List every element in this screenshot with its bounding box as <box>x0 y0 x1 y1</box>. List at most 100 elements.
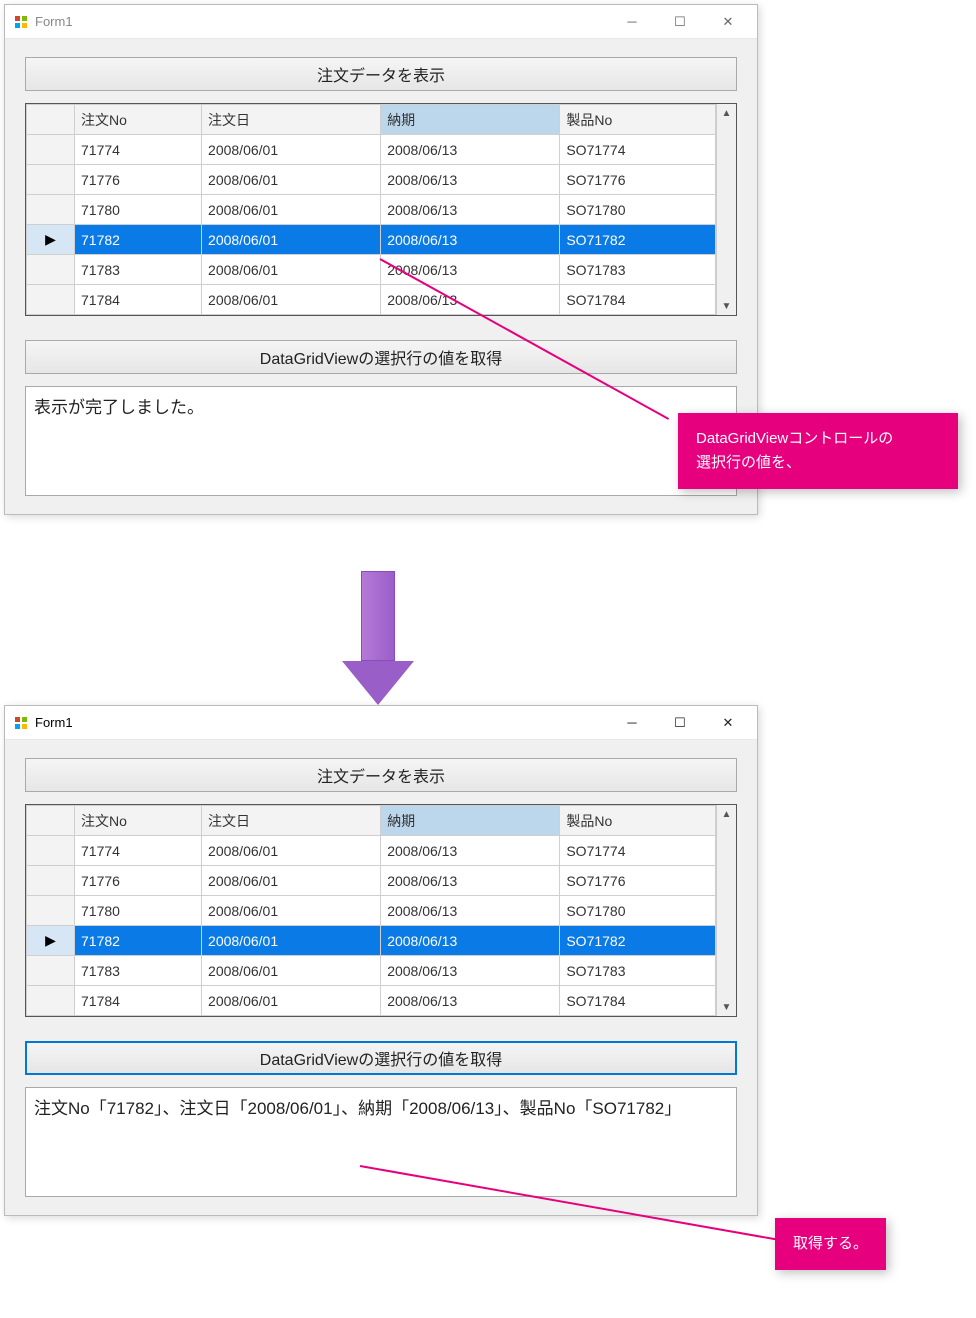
cell[interactable]: 2008/06/01 <box>202 836 381 866</box>
datagridview[interactable]: 注文No 注文日 納期 製品No 717742008/06/012008/06/… <box>25 804 737 1017</box>
cell[interactable]: SO71784 <box>560 285 716 315</box>
cell[interactable]: SO71780 <box>560 896 716 926</box>
cell[interactable]: 2008/06/13 <box>381 896 560 926</box>
row-header[interactable] <box>27 195 75 225</box>
cell[interactable]: 2008/06/13 <box>381 165 560 195</box>
row-header[interactable] <box>27 836 75 866</box>
cell[interactable]: SO71782 <box>560 926 716 956</box>
cell[interactable]: 71783 <box>75 255 202 285</box>
titlebar[interactable]: Form1 ─ ☐ ✕ <box>5 5 757 39</box>
cell[interactable]: 2008/06/13 <box>381 956 560 986</box>
cell[interactable]: 2008/06/01 <box>202 896 381 926</box>
row-header[interactable]: ▶ <box>27 225 75 255</box>
cell[interactable]: 2008/06/01 <box>202 866 381 896</box>
cell[interactable]: 71780 <box>75 195 202 225</box>
cell[interactable]: 2008/06/13 <box>381 866 560 896</box>
minimize-button[interactable]: ─ <box>617 712 647 734</box>
cell[interactable]: SO71784 <box>560 986 716 1016</box>
col-header-duedate[interactable]: 納期 <box>381 806 560 836</box>
table-row[interactable]: 717742008/06/012008/06/13SO71774 <box>27 836 716 866</box>
result-textbox[interactable]: 注文No「71782」、注文日「2008/06/01」、納期「2008/06/1… <box>25 1087 737 1197</box>
row-header[interactable] <box>27 896 75 926</box>
row-header-corner[interactable] <box>27 105 75 135</box>
col-header-orderno[interactable]: 注文No <box>75 105 202 135</box>
row-header[interactable] <box>27 986 75 1016</box>
cell[interactable]: 2008/06/13 <box>381 195 560 225</box>
cell[interactable]: 71780 <box>75 896 202 926</box>
cell[interactable]: 2008/06/01 <box>202 285 381 315</box>
cell[interactable]: 2008/06/13 <box>381 836 560 866</box>
show-order-data-button[interactable]: 注文データを表示 <box>25 57 737 91</box>
table-row[interactable]: 717762008/06/012008/06/13SO71776 <box>27 165 716 195</box>
col-header-productno[interactable]: 製品No <box>560 806 716 836</box>
cell[interactable]: 71784 <box>75 285 202 315</box>
col-header-orderdate[interactable]: 注文日 <box>202 806 381 836</box>
cell[interactable]: 2008/06/01 <box>202 225 381 255</box>
cell[interactable]: SO71774 <box>560 836 716 866</box>
maximize-button[interactable]: ☐ <box>665 712 695 734</box>
cell[interactable]: 71774 <box>75 135 202 165</box>
titlebar[interactable]: Form1 ─ ☐ ✕ <box>5 706 757 740</box>
cell[interactable]: 71774 <box>75 836 202 866</box>
minimize-button[interactable]: ─ <box>617 11 647 33</box>
row-header[interactable] <box>27 135 75 165</box>
row-header[interactable] <box>27 866 75 896</box>
close-button[interactable]: ✕ <box>713 712 743 734</box>
cell[interactable]: 2008/06/01 <box>202 926 381 956</box>
cell[interactable]: SO71776 <box>560 165 716 195</box>
cell[interactable]: SO71783 <box>560 956 716 986</box>
cell[interactable]: 71782 <box>75 225 202 255</box>
datagridview[interactable]: 注文No 注文日 納期 製品No 717742008/06/012008/06/… <box>25 103 737 316</box>
row-header[interactable] <box>27 255 75 285</box>
cell[interactable]: SO71780 <box>560 195 716 225</box>
maximize-button[interactable]: ☐ <box>665 11 695 33</box>
cell[interactable]: 2008/06/01 <box>202 986 381 1016</box>
cell[interactable]: 2008/06/01 <box>202 165 381 195</box>
col-header-orderno[interactable]: 注文No <box>75 806 202 836</box>
table-row[interactable]: 717832008/06/012008/06/13SO71783 <box>27 255 716 285</box>
table-row[interactable]: 717832008/06/012008/06/13SO71783 <box>27 956 716 986</box>
result-textbox[interactable]: 表示が完了しました。 <box>25 386 737 496</box>
cell[interactable]: 2008/06/13 <box>381 986 560 1016</box>
row-header-corner[interactable] <box>27 806 75 836</box>
cell[interactable]: 2008/06/13 <box>381 135 560 165</box>
cell[interactable]: 71776 <box>75 866 202 896</box>
col-header-productno[interactable]: 製品No <box>560 105 716 135</box>
table-row[interactable]: ▶717822008/06/012008/06/13SO71782 <box>27 225 716 255</box>
table-row[interactable]: 717802008/06/012008/06/13SO71780 <box>27 195 716 225</box>
table-row[interactable]: 717842008/06/012008/06/13SO71784 <box>27 986 716 1016</box>
get-selected-row-button[interactable]: DataGridViewの選択行の値を取得 <box>25 1041 737 1075</box>
table-row[interactable]: 717802008/06/012008/06/13SO71780 <box>27 896 716 926</box>
close-button[interactable]: ✕ <box>713 11 743 33</box>
col-header-orderdate[interactable]: 注文日 <box>202 105 381 135</box>
row-header[interactable] <box>27 285 75 315</box>
table-row[interactable]: 717742008/06/012008/06/13SO71774 <box>27 135 716 165</box>
cell[interactable]: SO71774 <box>560 135 716 165</box>
cell[interactable]: 71776 <box>75 165 202 195</box>
vertical-scrollbar[interactable]: ▲ ▼ <box>716 104 736 315</box>
table-row[interactable]: 717762008/06/012008/06/13SO71776 <box>27 866 716 896</box>
cell[interactable]: 71783 <box>75 956 202 986</box>
cell[interactable]: 2008/06/13 <box>381 255 560 285</box>
scroll-down-icon[interactable]: ▼ <box>717 297 736 315</box>
table-row[interactable]: ▶717822008/06/012008/06/13SO71782 <box>27 926 716 956</box>
row-header[interactable]: ▶ <box>27 926 75 956</box>
show-order-data-button[interactable]: 注文データを表示 <box>25 758 737 792</box>
cell[interactable]: 2008/06/01 <box>202 255 381 285</box>
table-row[interactable]: 717842008/06/012008/06/13SO71784 <box>27 285 716 315</box>
get-selected-row-button[interactable]: DataGridViewの選択行の値を取得 <box>25 340 737 374</box>
cell[interactable]: 71782 <box>75 926 202 956</box>
cell[interactable]: SO71776 <box>560 866 716 896</box>
cell[interactable]: 2008/06/13 <box>381 225 560 255</box>
col-header-duedate[interactable]: 納期 <box>381 105 560 135</box>
row-header[interactable] <box>27 956 75 986</box>
cell[interactable]: 71784 <box>75 986 202 1016</box>
cell[interactable]: SO71782 <box>560 225 716 255</box>
row-header[interactable] <box>27 165 75 195</box>
cell[interactable]: 2008/06/01 <box>202 135 381 165</box>
scroll-down-icon[interactable]: ▼ <box>717 998 736 1016</box>
vertical-scrollbar[interactable]: ▲ ▼ <box>716 805 736 1016</box>
cell[interactable]: SO71783 <box>560 255 716 285</box>
cell[interactable]: 2008/06/01 <box>202 956 381 986</box>
cell[interactable]: 2008/06/13 <box>381 926 560 956</box>
